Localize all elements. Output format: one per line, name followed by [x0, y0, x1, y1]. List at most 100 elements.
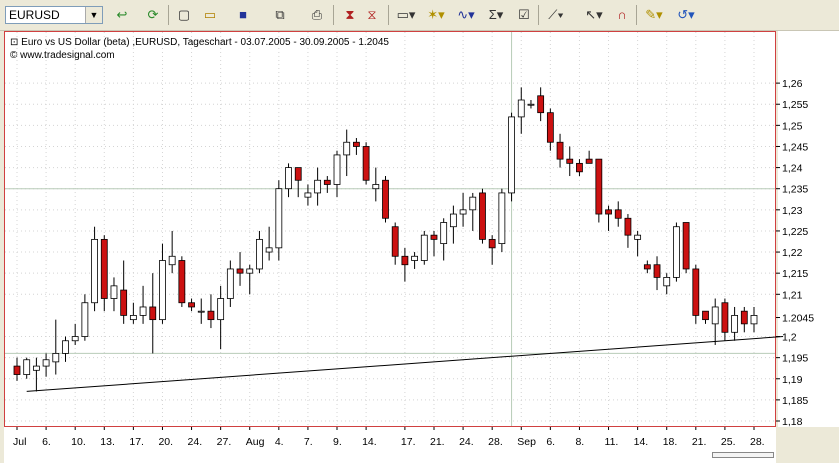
candle[interactable] — [333, 154, 341, 185]
candle[interactable] — [527, 103, 535, 106]
candle[interactable] — [362, 146, 370, 181]
candle[interactable] — [391, 226, 399, 257]
candle[interactable] — [682, 222, 690, 270]
refresh-icon[interactable]: ⟳ — [143, 6, 163, 24]
chevron-down-icon[interactable]: ▼ — [85, 7, 102, 23]
candle[interactable] — [52, 353, 60, 363]
candle[interactable] — [139, 306, 147, 316]
candle[interactable] — [62, 340, 69, 354]
chart-settings-icon[interactable]: ⊡ — [10, 37, 18, 48]
copy-icon[interactable]: ⧉ — [270, 6, 290, 24]
candle[interactable] — [81, 302, 89, 337]
candle[interactable] — [585, 158, 593, 164]
chart-icon[interactable]: ⧗ — [340, 6, 360, 24]
candle[interactable] — [23, 359, 31, 375]
candle[interactable] — [420, 234, 428, 261]
candle[interactable] — [731, 315, 739, 333]
candle[interactable] — [702, 310, 709, 321]
candle[interactable] — [546, 112, 554, 143]
go-icon[interactable]: ↩ — [112, 6, 132, 24]
candle[interactable] — [100, 238, 108, 299]
draw-line-icon[interactable]: ⟋▾ — [546, 6, 566, 24]
candle[interactable] — [42, 359, 50, 367]
candle[interactable] — [488, 238, 496, 249]
candle[interactable] — [556, 141, 564, 160]
candle[interactable] — [314, 179, 322, 194]
note-icon[interactable]: ✎▾ — [644, 6, 664, 24]
candle[interactable] — [168, 255, 176, 266]
candle[interactable] — [285, 167, 292, 190]
window-icon[interactable]: ▭▾ — [396, 6, 416, 24]
price-chart[interactable]: 1,261,2551,251,2451,241,2351,231,2251,22… — [4, 31, 839, 463]
undo-icon[interactable]: ↺▾ — [676, 6, 696, 24]
candle[interactable] — [595, 158, 603, 215]
candle[interactable] — [459, 209, 467, 215]
candle[interactable] — [692, 268, 700, 316]
new-icon[interactable]: ▢ — [174, 6, 194, 24]
candle[interactable] — [246, 268, 254, 274]
candle[interactable] — [508, 116, 515, 194]
candle[interactable] — [634, 234, 642, 240]
symbol-select[interactable]: EURUSD ▼ — [5, 6, 103, 24]
candle[interactable] — [673, 226, 680, 278]
candle[interactable] — [129, 315, 137, 321]
candle[interactable] — [430, 234, 438, 240]
candle[interactable] — [256, 238, 263, 270]
candle[interactable] — [159, 260, 166, 321]
candle[interactable] — [517, 99, 525, 118]
cursor-icon[interactable]: ↖▾ — [584, 6, 604, 24]
properties-icon[interactable]: ☑ — [514, 6, 534, 24]
candle[interactable] — [323, 179, 331, 185]
candle[interactable] — [226, 268, 234, 299]
candle[interactable] — [653, 264, 661, 278]
candle[interactable] — [343, 141, 351, 156]
candle[interactable] — [275, 188, 283, 249]
candle[interactable] — [178, 260, 186, 304]
candle[interactable] — [449, 213, 457, 228]
candle[interactable] — [576, 162, 583, 173]
save-icon[interactable]: ■ — [233, 6, 253, 24]
candle[interactable] — [750, 315, 758, 325]
candle[interactable] — [294, 167, 302, 181]
candle[interactable] — [411, 255, 418, 261]
candle[interactable] — [32, 365, 40, 371]
candle[interactable] — [71, 336, 79, 342]
sum-icon[interactable]: Σ▾ — [486, 6, 506, 24]
chart2-icon[interactable]: ⧖ — [362, 6, 382, 24]
candle[interactable] — [663, 276, 671, 287]
candle[interactable] — [188, 302, 195, 308]
candle[interactable] — [566, 158, 574, 164]
candle[interactable] — [304, 192, 312, 198]
candle[interactable] — [469, 196, 477, 211]
candle[interactable] — [537, 95, 545, 114]
candle[interactable] — [498, 192, 506, 245]
candle[interactable] — [197, 310, 205, 313]
magnet-icon[interactable]: ∩ — [612, 6, 632, 24]
candle[interactable] — [217, 298, 225, 321]
candle[interactable] — [479, 192, 486, 240]
candle[interactable] — [372, 184, 380, 190]
candle[interactable] — [401, 255, 409, 266]
candle[interactable] — [91, 238, 98, 304]
candle[interactable] — [236, 268, 244, 274]
candle[interactable] — [13, 365, 21, 375]
candle[interactable] — [440, 222, 448, 245]
candle[interactable] — [624, 217, 632, 236]
candle[interactable] — [353, 141, 360, 147]
candle[interactable] — [110, 285, 118, 299]
print-icon[interactable]: ⎙ — [307, 6, 327, 24]
candle[interactable] — [605, 209, 612, 215]
candle[interactable] — [721, 302, 729, 333]
open-icon[interactable]: ▭ — [200, 6, 220, 24]
candle[interactable] — [382, 179, 389, 219]
candle[interactable] — [643, 264, 651, 270]
study-icon[interactable]: ∿▾ — [456, 6, 476, 24]
candle[interactable] — [711, 306, 719, 325]
candle[interactable] — [740, 310, 748, 325]
candle[interactable] — [120, 289, 128, 316]
candle[interactable] — [149, 306, 157, 321]
candle[interactable] — [265, 247, 273, 253]
candle[interactable] — [207, 310, 215, 321]
indicator-icon[interactable]: ✶▾ — [426, 6, 446, 24]
candle[interactable] — [614, 209, 622, 219]
